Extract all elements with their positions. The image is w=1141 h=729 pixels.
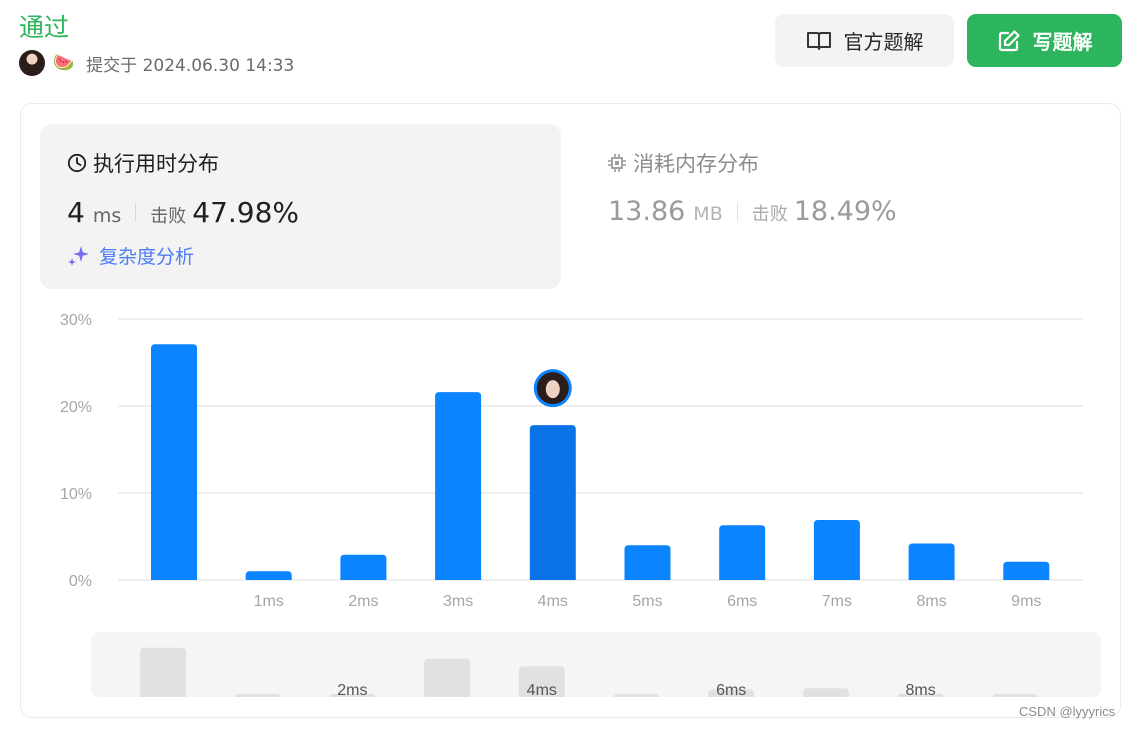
- mini-chart-label: 2ms: [337, 682, 367, 697]
- x-tick-label: 2ms: [348, 593, 378, 610]
- chart-bar[interactable]: [529, 425, 576, 580]
- mini-chart-label: 8ms: [905, 682, 935, 697]
- chart-bar[interactable]: [151, 344, 197, 580]
- mini-chart-bar: [424, 658, 471, 697]
- y-tick-label: 20%: [60, 399, 92, 416]
- runtime-distribution-chart[interactable]: 0% 10% 20% 30% 1ms 2ms 3ms 4ms 5ms 6ms 7ms 8ms 9ms: [0, 0, 1141, 729]
- mini-chart-label: 6ms: [716, 682, 746, 697]
- x-tick-label: 4ms: [538, 593, 568, 610]
- mini-chart-bar: [234, 694, 281, 697]
- watermark: CSDN @lyyyrics: [1019, 704, 1116, 719]
- chart-range-selector[interactable]: 2ms 4ms 6ms 8ms: [91, 632, 1101, 697]
- mini-chart-label: 4ms: [527, 682, 557, 697]
- mini-chart-bar: [140, 647, 186, 697]
- chart-bar[interactable]: [435, 392, 482, 580]
- x-tick-label: 5ms: [632, 593, 662, 610]
- chart-bar[interactable]: [908, 543, 955, 580]
- x-tick-label: 6ms: [727, 593, 757, 610]
- chart-bar[interactable]: [719, 525, 766, 580]
- y-tick-label: 0%: [69, 573, 92, 590]
- avatar-face: [545, 380, 560, 399]
- y-tick-label: 10%: [60, 486, 92, 503]
- chart-bar[interactable]: [624, 545, 671, 580]
- chart-bar[interactable]: [245, 571, 292, 580]
- mini-chart-bar: [613, 694, 660, 697]
- x-tick-label: 7ms: [822, 593, 852, 610]
- mini-chart-bar: [802, 688, 849, 697]
- y-tick-label: 30%: [60, 312, 92, 329]
- x-tick-label: 1ms: [254, 593, 284, 610]
- chart-bar[interactable]: [813, 519, 860, 580]
- x-tick-label: 9ms: [1011, 593, 1041, 610]
- chart-bar[interactable]: [1003, 561, 1050, 580]
- mini-chart-bar: [992, 694, 1039, 697]
- x-tick-label: 8ms: [916, 593, 946, 610]
- x-tick-label: 3ms: [443, 593, 473, 610]
- chart-bar[interactable]: [340, 554, 387, 580]
